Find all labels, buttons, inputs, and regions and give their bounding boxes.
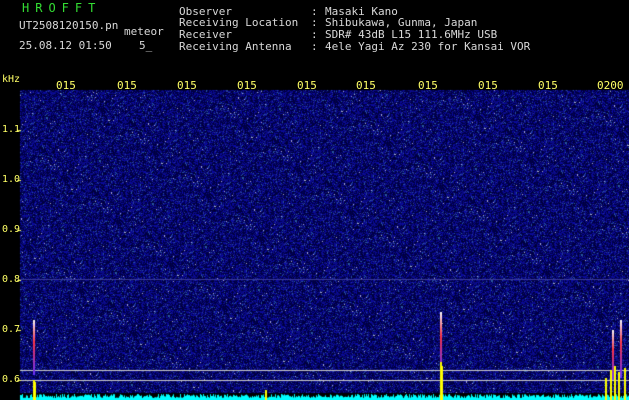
time-label: 015 xyxy=(297,79,317,92)
y-axis-label: 0.6 xyxy=(2,374,21,385)
y-axis-label: 0.9 xyxy=(2,224,21,235)
y-axis-label: 1.1 xyxy=(2,124,21,135)
app-title: HROFFT xyxy=(22,1,102,15)
meteor-count: 5_ xyxy=(139,39,153,52)
info-row-antenna: Receiving Antenna:4ele Yagi Az 230 for K… xyxy=(179,41,530,53)
info-key: Receiving Antenna xyxy=(179,40,292,53)
y-axis-label: 1.0 xyxy=(2,174,21,185)
time-label: 015 xyxy=(478,79,498,92)
y-axis-label: 0.8 xyxy=(2,274,21,285)
file-name: UT2508120150.pn xyxy=(19,19,119,32)
info-value: 4ele Yagi Az 230 for Kansai VOR xyxy=(325,40,531,53)
meteor-label: meteor xyxy=(124,25,164,38)
time-label: 015 xyxy=(177,79,197,92)
time-label: 015 xyxy=(56,79,76,92)
time-label: 015 xyxy=(237,79,257,92)
spectrogram-canvas xyxy=(0,0,629,400)
axis-unit-label: kHz xyxy=(2,74,21,85)
date-time: 25.08.12 01:50 xyxy=(19,39,112,52)
time-label: 015 xyxy=(418,79,438,92)
time-label: 015 xyxy=(538,79,558,92)
time-label: 0200 xyxy=(597,79,624,92)
y-axis-label: 0.7 xyxy=(2,324,21,335)
info-sep: : xyxy=(311,40,318,53)
time-label: 015 xyxy=(117,79,137,92)
time-label: 015 xyxy=(356,79,376,92)
